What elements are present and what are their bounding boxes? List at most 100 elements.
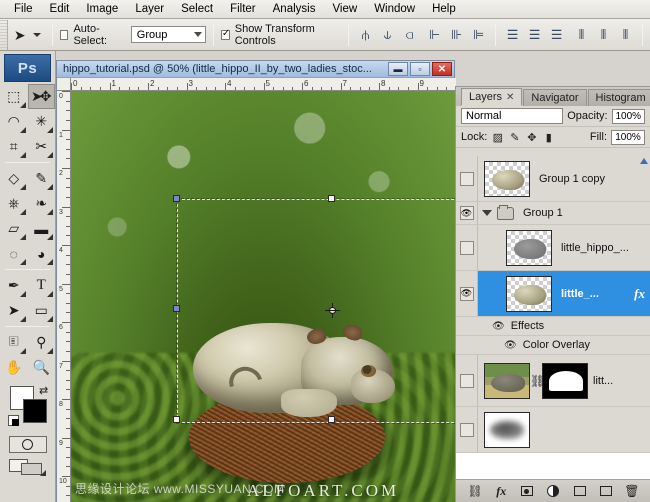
lasso-tool[interactable]: ◠	[0, 109, 28, 134]
align-right-edges-button[interactable]: ⊫	[469, 25, 488, 44]
layer-effect-color-overlay-row[interactable]: 👁 Color Overlay	[456, 336, 650, 355]
eye-icon[interactable]: 👁	[492, 321, 505, 332]
transform-handle-top-center[interactable]	[328, 195, 335, 202]
layer-thumbnail[interactable]	[506, 230, 552, 266]
add-layer-style-button[interactable]: fx	[491, 482, 511, 500]
layer-row-litt-masked[interactable]: 👁 ⛓ litt...	[456, 355, 650, 407]
transform-handle-bottom-center[interactable]	[328, 416, 335, 423]
transform-handle-top-left[interactable]	[173, 195, 180, 202]
layer-row-group-1-copy[interactable]: 👁 Group 1 copy	[456, 156, 650, 202]
distribute-left-edges-button[interactable]: ⦀	[572, 25, 591, 44]
scroll-up-arrow[interactable]	[640, 158, 648, 164]
tab-histogram[interactable]: Histogram	[588, 89, 650, 106]
link-layers-button[interactable]: ⛓	[465, 482, 485, 500]
layer-thumbnail[interactable]	[484, 363, 530, 399]
align-top-edges-button[interactable]: ⫛	[356, 25, 375, 44]
ruler-corner[interactable]	[57, 78, 71, 91]
layer-row-group-1[interactable]: 👁 Group 1	[456, 202, 650, 225]
lock-image-pixels-icon[interactable]: ✎	[508, 131, 521, 144]
brush-tool[interactable]: ✎	[28, 166, 56, 191]
menu-item-file[interactable]: File	[6, 1, 42, 18]
eye-icon[interactable]: 👁	[504, 340, 517, 351]
transform-reference-point[interactable]	[327, 305, 338, 316]
layer-row-partial[interactable]: 👁	[456, 407, 650, 453]
default-colors-icon[interactable]	[8, 415, 19, 426]
show-transform-controls-checkbox[interactable]	[221, 30, 230, 40]
delete-layer-button[interactable]: 🗑	[622, 482, 642, 500]
menu-item-analysis[interactable]: Analysis	[265, 1, 325, 18]
auto-select-checkbox[interactable]	[60, 30, 69, 40]
marquee-tool[interactable]: ⬚	[0, 84, 28, 109]
menu-item-help[interactable]: Help	[424, 1, 465, 18]
rectangle-tool[interactable]: ▭	[28, 298, 56, 323]
eyedropper-tool[interactable]: ⚲	[28, 330, 56, 355]
layer-mask-thumbnail[interactable]	[542, 363, 588, 399]
fill-field[interactable]: 100%	[611, 130, 645, 145]
new-layer-button[interactable]	[596, 482, 616, 500]
screen-mode-icon[interactable]	[9, 458, 47, 476]
distribute-vertical-centers-button[interactable]: ☰	[525, 25, 544, 44]
lock-all-icon[interactable]: ▮	[542, 131, 555, 144]
layer-list[interactable]: 👁 Group 1 copy 👁 Group 1 👁 l	[456, 156, 650, 480]
layer-thumbnail[interactable]	[484, 412, 530, 448]
visibility-cell[interactable]: 👁	[456, 407, 478, 452]
layer-row-little-hippo[interactable]: 👁 little_hippo_...	[456, 225, 650, 271]
lock-position-icon[interactable]: ✥	[525, 131, 538, 144]
healing-brush-tool[interactable]: ◇	[0, 166, 28, 191]
menu-item-layer[interactable]: Layer	[127, 1, 173, 18]
auto-select-scope-dropdown[interactable]: Group	[131, 26, 206, 43]
opacity-field[interactable]: 100%	[612, 109, 645, 124]
link-mask-icon[interactable]: ⛓	[530, 374, 542, 388]
distribute-top-edges-button[interactable]: ☰	[503, 25, 522, 44]
eye-icon[interactable]: 👁	[460, 206, 474, 220]
eye-icon[interactable]: 👁	[460, 374, 474, 388]
layer-thumbnail[interactable]	[484, 161, 530, 197]
eye-icon[interactable]: 👁	[460, 287, 474, 301]
distribute-horizontal-centers-button[interactable]: ⦀	[594, 25, 613, 44]
transform-handle-bottom-left[interactable]	[173, 416, 180, 423]
dodge-tool[interactable]: ◕	[28, 241, 56, 266]
crop-tool[interactable]: ⌗	[0, 134, 28, 159]
tab-navigator[interactable]: Navigator	[523, 89, 586, 106]
options-bar-grip[interactable]	[0, 20, 8, 50]
align-bottom-edges-button[interactable]: ⫏	[400, 25, 419, 44]
transform-bounding-box[interactable]	[177, 199, 456, 423]
layer-effects-row[interactable]: 👁 Effects	[456, 317, 650, 336]
eye-icon[interactable]: 👁	[460, 241, 474, 255]
vertical-ruler[interactable]: 012345678910	[57, 91, 71, 502]
menu-item-view[interactable]: View	[324, 1, 366, 18]
gradient-tool[interactable]: ▬	[28, 216, 56, 241]
distribute-right-edges-button[interactable]: ⦀	[616, 25, 635, 44]
lock-transparent-pixels-icon[interactable]: ▨	[491, 131, 504, 144]
quick-mask-icon[interactable]	[9, 436, 47, 453]
magic-wand-tool[interactable]: ✳	[28, 109, 56, 134]
path-selection-tool[interactable]: ➤	[0, 298, 28, 323]
layer-row-little-selected[interactable]: 👁 little_... fx	[456, 271, 650, 317]
chevron-down-icon[interactable]	[482, 210, 492, 216]
eye-icon[interactable]: 👁	[460, 423, 474, 437]
menu-item-filter[interactable]: Filter	[222, 1, 265, 18]
layer-style-fx-icon[interactable]: fx	[634, 286, 645, 302]
background-color-swatch[interactable]	[23, 399, 47, 423]
swap-colors-icon[interactable]: ⇄	[39, 384, 48, 397]
hand-tool[interactable]: ✋	[0, 355, 28, 380]
layer-thumbnail[interactable]	[506, 276, 552, 312]
transform-handle-middle-left[interactable]	[173, 305, 180, 312]
visibility-cell[interactable]: 👁	[456, 271, 478, 316]
chevron-down-icon[interactable]	[33, 33, 41, 37]
menu-item-window[interactable]: Window	[366, 1, 424, 18]
distribute-bottom-edges-button[interactable]: ☰	[547, 25, 566, 44]
align-left-edges-button[interactable]: ⊩	[425, 25, 444, 44]
eraser-tool[interactable]: ▱	[0, 216, 28, 241]
menu-item-select[interactable]: Select	[173, 1, 222, 18]
align-horizontal-centers-button[interactable]: ⊪	[447, 25, 466, 44]
slice-tool[interactable]: ✂	[28, 134, 56, 159]
horizontal-ruler[interactable]: 012345678910	[71, 78, 456, 91]
notes-tool[interactable]: 🗉	[0, 330, 28, 355]
type-tool[interactable]: T	[28, 273, 56, 298]
menu-item-image[interactable]: Image	[78, 1, 127, 18]
minimize-button[interactable]: ▬	[388, 62, 408, 76]
new-adjustment-layer-button[interactable]	[543, 482, 563, 500]
eye-icon[interactable]: 👁	[460, 172, 474, 186]
new-group-button[interactable]	[570, 482, 590, 500]
